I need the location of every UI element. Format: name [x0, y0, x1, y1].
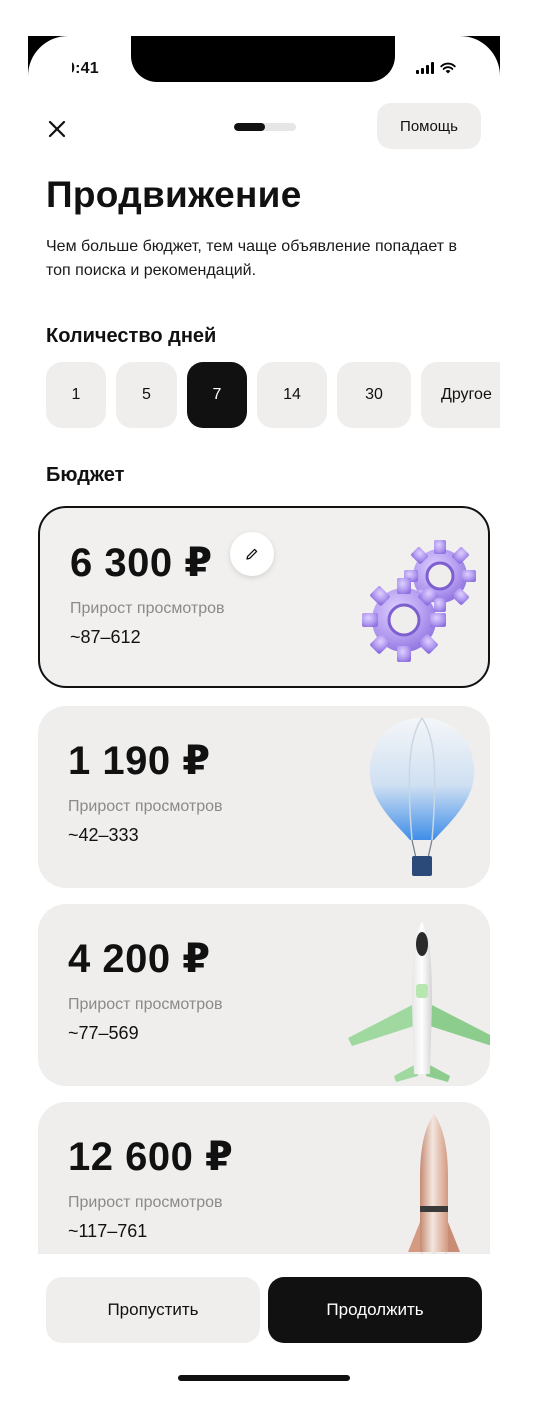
budget-price: 6 300 ₽	[70, 541, 213, 585]
close-icon	[48, 120, 66, 138]
help-button[interactable]: Помощь	[377, 103, 481, 149]
views-growth-range: ~42–333	[68, 825, 139, 845]
day-option-30[interactable]: 30	[337, 362, 411, 428]
status-bar: 9:41	[28, 36, 500, 90]
bottom-action-bar: Пропустить Продолжить	[28, 1254, 500, 1400]
budget-card-1190[interactable]: 1 190 ₽ Прирост просмотров ~42–333	[38, 706, 490, 888]
phone-screen: 9:41 Помощь Продвижение Чем больше бюдже…	[28, 36, 500, 1400]
skip-button[interactable]: Пропустить	[46, 1277, 260, 1343]
day-option-14[interactable]: 14	[257, 362, 327, 428]
budget-price: 12 600 ₽	[68, 1135, 234, 1179]
views-growth-label: Прирост просмотров	[68, 798, 223, 815]
screen-corner-left	[28, 36, 72, 80]
step-progress-fill	[234, 123, 265, 131]
views-growth-range: ~77–569	[68, 1023, 139, 1043]
views-growth-range: ~87–612	[70, 627, 141, 647]
pencil-icon	[246, 548, 258, 560]
close-button[interactable]	[42, 114, 72, 144]
budget-card-6300[interactable]: 6 300 ₽ Прирост просмотров ~87–612	[38, 506, 490, 688]
page-title: Продвижение	[46, 174, 302, 215]
day-option-7[interactable]: 7	[187, 362, 247, 428]
views-growth-label: Прирост просмотров	[68, 1194, 223, 1211]
views-growth-label: Прирост просмотров	[70, 600, 225, 617]
days-selector: 1 5 7 14 30 Другое	[46, 362, 500, 428]
day-option-other[interactable]: Другое	[421, 362, 500, 428]
continue-button[interactable]: Продолжить	[268, 1277, 482, 1343]
step-progress	[234, 123, 296, 131]
views-growth-range: ~117–761	[68, 1221, 148, 1241]
edit-budget-button[interactable]	[230, 532, 274, 576]
notch	[131, 36, 395, 82]
hot-air-balloon-icon	[369, 717, 475, 876]
airplane-icon	[348, 922, 490, 1082]
wifi-icon	[440, 62, 456, 74]
budget-section-title: Бюджет	[46, 464, 125, 486]
views-growth-label: Прирост просмотров	[68, 996, 223, 1013]
gears-icon	[362, 540, 476, 662]
home-indicator	[178, 1375, 350, 1381]
budget-price: 1 190 ₽	[68, 739, 211, 783]
cellular-signal-icon	[416, 62, 434, 74]
day-option-5[interactable]: 5	[116, 362, 177, 428]
days-section-title: Количество дней	[46, 325, 217, 347]
budget-card-4200[interactable]: 4 200 ₽ Прирост просмотров ~77–569	[38, 904, 490, 1086]
day-option-1[interactable]: 1	[46, 362, 106, 428]
page-description: Чем больше бюджет, тем чаще объявление п…	[46, 238, 457, 279]
screen-corner-right	[456, 36, 500, 80]
budget-price: 4 200 ₽	[68, 937, 211, 981]
